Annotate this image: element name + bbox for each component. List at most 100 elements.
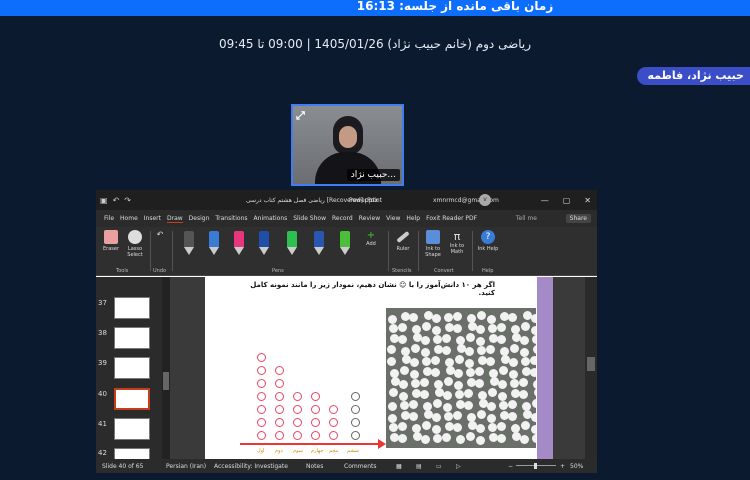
- photo-student: [520, 435, 529, 444]
- smiley-icon: [257, 366, 266, 375]
- photo-student: [432, 314, 441, 323]
- photo-student: [453, 380, 463, 390]
- zoom-out-icon[interactable]: −: [508, 463, 513, 470]
- participant-name-chip[interactable]: حبیب نژاد، فاطمه: [637, 67, 750, 85]
- slide-thumbnail[interactable]: [114, 418, 150, 440]
- smiley-icon: [275, 418, 284, 427]
- ink-to-shape-button[interactable]: Ink to Shape: [422, 230, 444, 258]
- zoom-slider-handle[interactable]: [534, 463, 537, 469]
- eraser-icon: [104, 230, 118, 244]
- pen-darkblue[interactable]: [259, 231, 269, 255]
- help-icon: ?: [481, 230, 495, 244]
- smiley-icon: [311, 418, 320, 427]
- lasso-select-button[interactable]: Lasso Select: [124, 230, 146, 258]
- group-tools-label: Tools: [116, 268, 129, 274]
- photo-student: [421, 336, 430, 345]
- ruler-button[interactable]: Ruler: [392, 230, 414, 252]
- video-person-face: [339, 126, 357, 148]
- photo-student: [453, 311, 462, 321]
- webcam-video-tile[interactable]: ⤢ حبیب نژاد...: [291, 104, 404, 186]
- normal-view-icon[interactable]: ▦: [396, 463, 402, 470]
- tab-design[interactable]: Design: [189, 215, 210, 222]
- ruler-icon: [396, 230, 410, 244]
- ribbon-divider: [472, 231, 473, 271]
- pen-black[interactable]: [184, 231, 194, 255]
- tab-review[interactable]: Review: [359, 215, 380, 222]
- app-name: PowerPoint: [349, 196, 383, 204]
- pen-pink-selected[interactable]: [234, 231, 244, 255]
- session-timer-text: زمان باقی مانده از جلسه: 16:13: [356, 0, 554, 13]
- slide-sorter-icon[interactable]: ▤: [416, 463, 422, 470]
- tab-view[interactable]: View: [386, 215, 400, 222]
- ink-to-math-button[interactable]: π Ink to Math: [446, 230, 468, 255]
- pen-green[interactable]: [287, 231, 297, 255]
- undo-icon[interactable]: ↶: [113, 196, 120, 205]
- photo-student: [509, 358, 518, 367]
- tab-home[interactable]: Home: [120, 215, 138, 222]
- tab-record[interactable]: Record: [332, 215, 353, 222]
- slide-thumbnail[interactable]: [114, 357, 150, 379]
- pen-navy[interactable]: [314, 231, 324, 255]
- ink-help-button[interactable]: ? Ink Help: [477, 230, 499, 252]
- eraser-button[interactable]: Eraser: [100, 230, 122, 252]
- accessibility-status[interactable]: Accessibility: Investigate: [214, 463, 288, 470]
- pen-blue[interactable]: [209, 231, 219, 255]
- slide-thumbnail[interactable]: [114, 327, 150, 349]
- language-status[interactable]: Persian (Iran): [166, 463, 206, 470]
- tell-me-search[interactable]: Tell me: [516, 215, 537, 222]
- slide-canvas[interactable]: اگر هر ۱۰ دانش‌آموز را با ☺ نشان دهیم، ن…: [205, 277, 553, 459]
- add-pen-button[interactable]: + Add: [360, 230, 382, 247]
- comments-button[interactable]: Comments: [344, 463, 377, 470]
- tab-foxit[interactable]: Foxit Reader PDF: [426, 215, 477, 222]
- ribbon-divider: [150, 231, 151, 271]
- zoom-level[interactable]: 50%: [570, 463, 583, 470]
- undo-button[interactable]: ↶: [152, 230, 168, 239]
- zoom-in-icon[interactable]: +: [560, 463, 565, 470]
- photo-student: [398, 391, 408, 401]
- photo-student: [496, 335, 506, 344]
- maximize-icon[interactable]: ▢: [563, 196, 571, 205]
- smiley-icon: [257, 379, 266, 388]
- photo-student: [443, 391, 452, 400]
- tab-slide-show[interactable]: Slide Show: [293, 215, 326, 222]
- notes-button[interactable]: Notes: [306, 463, 323, 470]
- photo-student: [400, 400, 409, 410]
- slide-thumbnail[interactable]: [114, 297, 150, 319]
- reading-view-icon[interactable]: ▭: [436, 463, 442, 470]
- category-label: اول: [257, 448, 265, 454]
- photo-student: [476, 310, 486, 320]
- category-label: سوم: [293, 448, 303, 454]
- thumbnail-scrollbar[interactable]: [162, 277, 170, 459]
- add-label: Add: [366, 241, 376, 247]
- save-icon[interactable]: ▣: [100, 196, 108, 205]
- avatar[interactable]: v: [479, 194, 491, 206]
- photo-student: [464, 388, 473, 398]
- photo-student: [485, 357, 495, 366]
- redo-icon[interactable]: ↷: [124, 196, 131, 205]
- tab-transitions[interactable]: Transitions: [215, 215, 247, 222]
- smiley-icon: [293, 418, 302, 427]
- tab-help[interactable]: Help: [406, 215, 420, 222]
- photo-student: [442, 402, 452, 412]
- photo-student: [487, 387, 497, 397]
- highlighter-green[interactable]: [340, 231, 350, 255]
- tab-file[interactable]: File: [104, 215, 114, 222]
- tab-animations[interactable]: Animations: [254, 215, 288, 222]
- tab-insert[interactable]: Insert: [144, 215, 161, 222]
- share-button[interactable]: Share: [565, 214, 591, 223]
- photo-student: [531, 314, 536, 323]
- photo-student: [477, 345, 486, 355]
- tab-draw[interactable]: Draw: [166, 215, 183, 223]
- close-icon[interactable]: ✕: [584, 196, 591, 205]
- slide-scrollbar[interactable]: [585, 277, 597, 459]
- photo-student: [476, 409, 486, 419]
- slideshow-icon[interactable]: ▷: [456, 463, 461, 470]
- minimize-icon[interactable]: —: [541, 196, 549, 205]
- expand-icon[interactable]: ⤢: [296, 109, 305, 123]
- slide-thumbnail-active[interactable]: [114, 388, 150, 410]
- photo-student: [431, 424, 441, 434]
- axis-arrow-icon: [378, 439, 386, 449]
- photo-student: [387, 314, 397, 324]
- group-undo-label: Undo: [153, 268, 167, 274]
- session-timer-bar: زمان باقی مانده از جلسه: 16:13: [0, 0, 750, 16]
